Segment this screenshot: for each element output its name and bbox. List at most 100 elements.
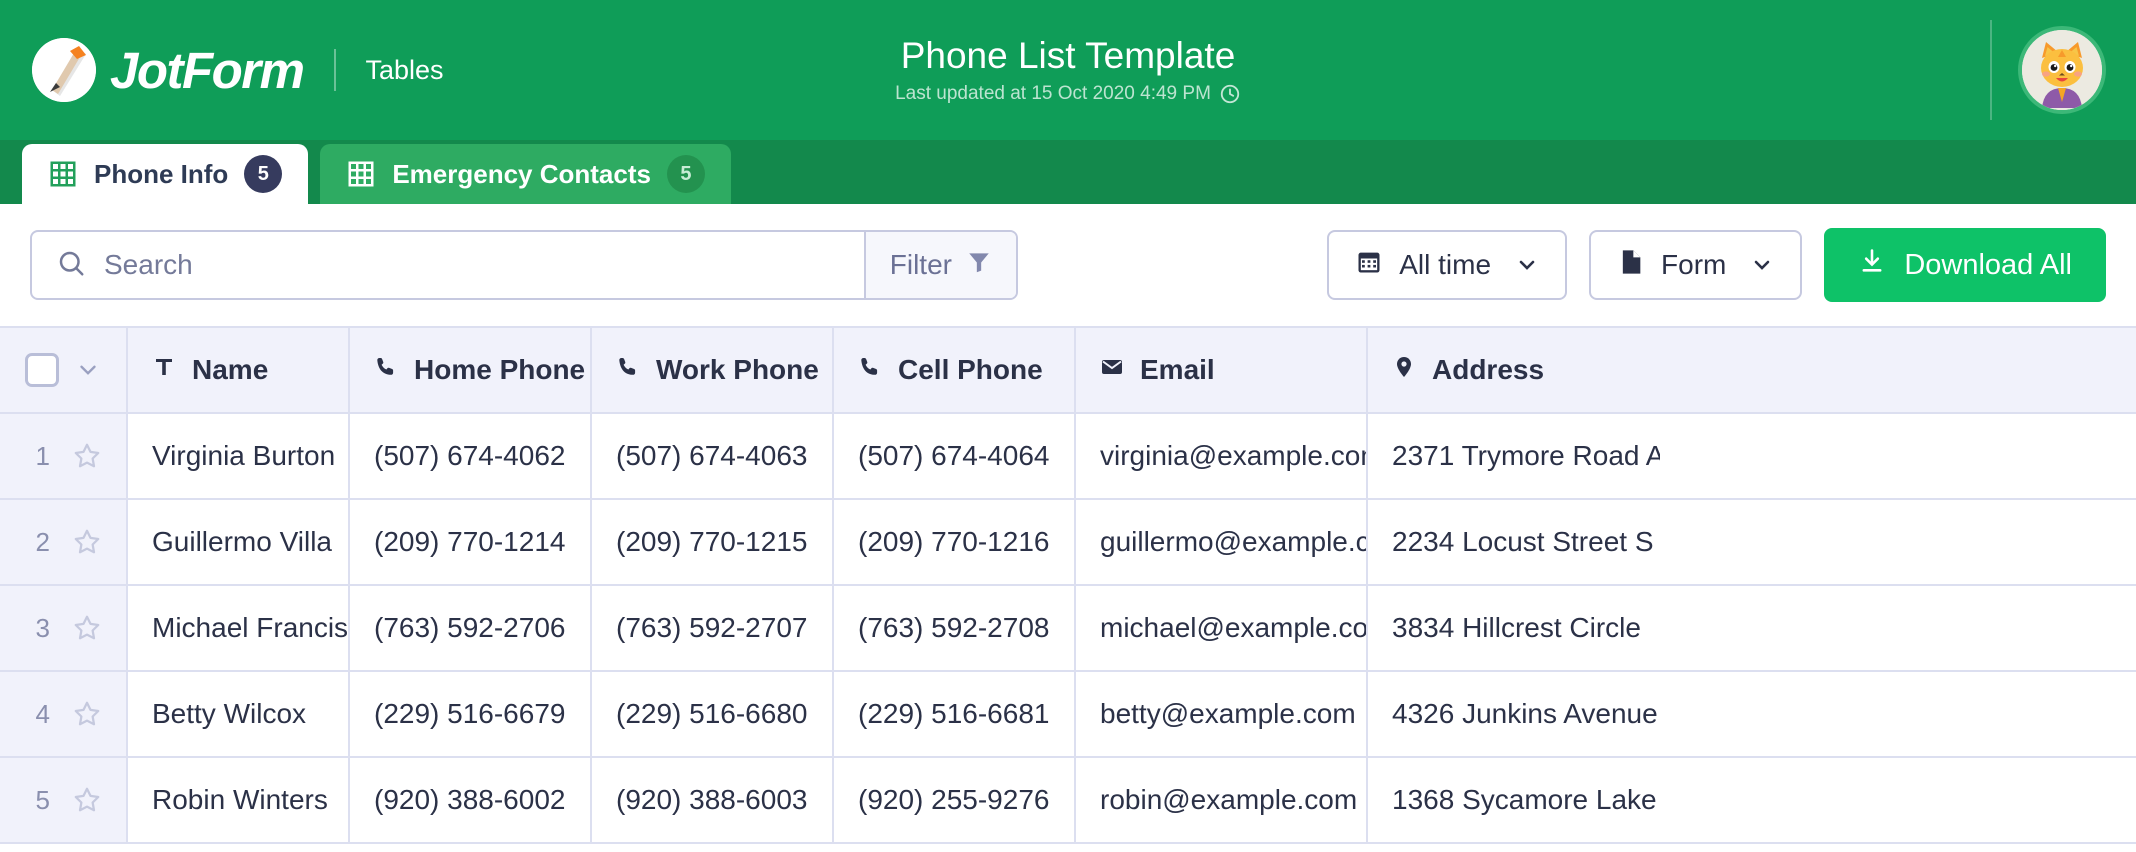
column-header-label: Home Phone [414,354,586,385]
page-title: Phone List Template [900,34,1236,76]
cell-work-phone[interactable]: (507) 674-4063 [592,414,834,498]
avatar[interactable] [2018,26,2106,114]
cell-cell-phone[interactable]: (507) 674-4064 [834,414,1076,498]
column-header-label: Address [1432,354,1545,385]
table-row[interactable]: 1 Virginia Burton (507) 674-4062 (507) 6… [0,414,2136,500]
cell-name[interactable]: Guillermo Villa [128,500,350,584]
cell-work-phone[interactable]: (763) 592-2707 [592,586,834,670]
cell-cell-phone[interactable]: (763) 592-2708 [834,586,1076,670]
cell-email[interactable]: virginia@example.com [1076,414,1368,498]
search-placeholder: Search [104,249,193,280]
cell-name[interactable]: Betty Wilcox [128,672,350,756]
brand-divider [333,49,336,91]
cell-email[interactable]: betty@example.com [1076,672,1368,756]
cell-email[interactable]: robin@example.com [1076,758,1368,842]
cell-work-phone[interactable]: (209) 770-1215 [592,500,834,584]
document-icon [1617,248,1645,283]
table-row[interactable]: 5 Robin Winters (920) 388-6002 (920) 388… [0,758,2136,844]
table-row[interactable]: 3 Michael Francis (763) 592-2706 (763) 5… [0,586,2136,672]
phone-icon [374,354,398,386]
cell-address[interactable]: 2371 Trymore Road A [1368,414,1660,498]
calendar-icon [1355,248,1383,283]
cell-home-phone[interactable]: (229) 516-6679 [350,672,592,756]
cell-address[interactable]: 1368 Sycamore Lake [1368,758,1660,842]
column-header-work-phone[interactable]: Work Phone [592,328,834,412]
toolbar-actions: All time Form Download All [1327,228,2106,302]
clock-icon [1219,83,1241,105]
column-header-cell-phone[interactable]: Cell Phone [834,328,1076,412]
select-all-checkbox[interactable] [25,353,59,387]
cell-work-phone[interactable]: (229) 516-6680 [592,672,834,756]
tab-emergency-contacts[interactable]: Emergency Contacts 5 [320,144,731,204]
tab-label: Emergency Contacts [392,158,651,189]
phone-icon [616,354,640,386]
cell-cell-phone[interactable]: (209) 770-1216 [834,500,1076,584]
cell-address[interactable]: 2234 Locust Street S [1368,500,1660,584]
column-header-label: Work Phone [656,354,819,385]
search-input-area[interactable]: Search [32,232,864,298]
cell-email[interactable]: michael@example.com [1076,586,1368,670]
search-icon [56,248,86,283]
column-header-email[interactable]: Email [1076,328,1368,412]
star-icon[interactable] [72,527,102,557]
cell-home-phone[interactable]: (920) 388-6002 [350,758,592,842]
star-icon[interactable] [72,699,102,729]
tab-badge: 5 [244,155,283,193]
toolbar: Search Filter All time Form Download All [0,204,2136,326]
filter-label: Filter [889,249,952,280]
select-all-cell [0,328,128,412]
column-header-home-phone[interactable]: Home Phone [350,328,592,412]
envelope-icon [1100,354,1124,386]
column-header-address[interactable]: Address [1368,328,1660,412]
text-icon [152,354,176,386]
tab-bar: Phone Info 5 Emergency Contacts 5 [0,140,2136,204]
cell-cell-phone[interactable]: (229) 516-6681 [834,672,1076,756]
source-label: Form [1661,249,1727,280]
cell-email[interactable]: guillermo@example.com [1076,500,1368,584]
date-range-dropdown[interactable]: All time [1327,230,1568,300]
cell-name[interactable]: Robin Winters [128,758,350,842]
jotform-logo-icon[interactable] [32,38,96,102]
star-icon[interactable] [72,441,102,471]
column-header-name[interactable]: Name [128,328,350,412]
row-number: 2 [35,526,50,557]
grid-icon [48,159,78,189]
account-area [1990,20,2136,120]
filter-button[interactable]: Filter [863,232,1016,298]
row-number: 1 [35,440,50,471]
data-table: Name Home Phone Work Phone Cell Phone Em… [0,326,2136,844]
cell-address[interactable]: 4326 Junkins Avenue [1368,672,1660,756]
chevron-down-icon[interactable] [75,357,101,383]
cell-name[interactable]: Virginia Burton [128,414,350,498]
search-box: Search Filter [30,230,1018,300]
app-header: JotForm Tables Phone List Template Last … [0,0,2136,140]
table-row[interactable]: 2 Guillermo Villa (209) 770-1214 (209) 7… [0,500,2136,586]
brand: JotForm Tables [0,38,444,102]
column-header-label: Cell Phone [898,354,1043,385]
table-header-row: Name Home Phone Work Phone Cell Phone Em… [0,326,2136,414]
row-number: 5 [35,784,50,815]
avatar-divider [1990,20,1992,120]
row-number: 3 [35,612,50,643]
chevron-down-icon [1515,253,1539,277]
download-all-button[interactable]: Download All [1824,228,2106,302]
download-icon [1858,247,1886,283]
star-icon[interactable] [72,613,102,643]
cell-home-phone[interactable]: (209) 770-1214 [350,500,592,584]
tab-phone-info[interactable]: Phone Info 5 [22,144,309,204]
cell-name[interactable]: Michael Francis [128,586,350,670]
cell-cell-phone[interactable]: (920) 255-9276 [834,758,1076,842]
brand-name: JotForm [110,41,305,99]
cell-address[interactable]: 3834 Hillcrest Circle [1368,586,1660,670]
cell-work-phone[interactable]: (920) 388-6003 [592,758,834,842]
phone-icon [858,354,882,386]
grid-icon [346,159,376,189]
download-all-label: Download All [1904,248,2072,281]
cell-home-phone[interactable]: (763) 592-2706 [350,586,592,670]
source-dropdown[interactable]: Form [1589,230,1803,300]
table-row[interactable]: 4 Betty Wilcox (229) 516-6679 (229) 516-… [0,672,2136,758]
star-icon[interactable] [72,785,102,815]
brand-section-label[interactable]: Tables [366,55,444,86]
cell-home-phone[interactable]: (507) 674-4062 [350,414,592,498]
row-number: 4 [35,698,50,729]
